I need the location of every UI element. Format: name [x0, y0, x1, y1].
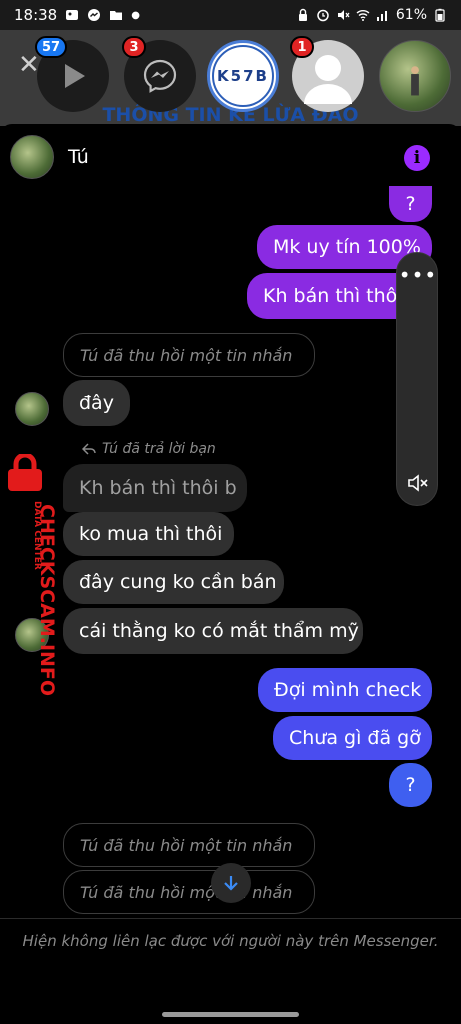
- reply-label: Tú đã trả lời bạn: [82, 441, 216, 457]
- message-received-komua[interactable]: ko mua thì thôi: [63, 512, 234, 556]
- messenger-notif-icon: [88, 9, 101, 21]
- info-icon: i: [413, 148, 421, 168]
- message-recalled: Tú đã thu hồi một tin nhắn: [63, 823, 315, 867]
- arrow-down-icon: [224, 876, 238, 891]
- messenger-icon: [143, 59, 177, 93]
- battery-icon: [435, 8, 445, 22]
- message-recalled: Tú đã thu hồi một tin nhắn: [63, 870, 315, 914]
- wifi-icon: [356, 10, 370, 21]
- folder-icon: [110, 11, 123, 20]
- gallery-icon: [66, 10, 79, 20]
- chat-head-video[interactable]: 57: [35, 36, 109, 112]
- dot-icon: ●: [131, 9, 140, 21]
- lock-status-icon: [298, 8, 307, 21]
- chat-head-blank[interactable]: 1: [290, 36, 364, 112]
- volume-mute-icon[interactable]: [406, 471, 430, 495]
- badge-count: 3: [122, 36, 146, 58]
- message-recalled: Tú đã thu hồi một tin nhắn: [63, 333, 315, 377]
- lock-icon: [8, 454, 42, 491]
- badge-count: 1: [290, 36, 314, 58]
- badge-count: 57: [35, 36, 68, 58]
- message-sent-chuagi[interactable]: Chưa gì đã gỡ: [273, 716, 432, 760]
- message-sent-doi[interactable]: Đợi mình check: [258, 668, 432, 712]
- reply-preview[interactable]: Kh bán thì thôi b: [63, 464, 247, 512]
- message-received-daycung[interactable]: đây cung ko cần bán: [63, 560, 284, 604]
- person-photo-icon: [411, 66, 419, 96]
- contact-avatar-small[interactable]: [15, 392, 49, 426]
- message-sent-question[interactable]: ?: [389, 763, 432, 807]
- alarm-icon: [317, 9, 329, 22]
- contact-name[interactable]: Tú: [68, 146, 89, 168]
- watermark-title: CHECKSCAM.INFO: [36, 504, 58, 697]
- chat-header: Tú i: [0, 124, 461, 190]
- home-indicator[interactable]: [162, 1012, 299, 1017]
- chat-head-k57b[interactable]: K57B: [207, 40, 279, 112]
- message-sent-question[interactable]: ?: [389, 186, 432, 222]
- chat-head-tu[interactable]: [379, 40, 451, 112]
- message-received-day[interactable]: đây: [63, 380, 130, 426]
- floating-video-widget[interactable]: •••: [396, 252, 438, 506]
- footer-divider: [0, 918, 461, 919]
- status-bar: 18:38 ● 61%: [0, 0, 461, 30]
- info-button[interactable]: i: [404, 145, 430, 171]
- signal-icon: [376, 11, 387, 21]
- watermark: DATA CENTER CHECKSCAM.INFO: [0, 450, 60, 697]
- message-received-caithang[interactable]: cái thằng ko có mắt thẩm mỹ: [63, 608, 363, 654]
- unavailable-notice: Hiện không liên lạc được với người này t…: [22, 932, 439, 950]
- reply-arrow-icon: [82, 443, 96, 455]
- clock: 18:38: [14, 6, 58, 24]
- contact-avatar[interactable]: [10, 135, 54, 179]
- k57b-logo: K57B: [212, 45, 274, 107]
- battery-percent: 61%: [395, 7, 427, 23]
- scroll-to-bottom-button[interactable]: [211, 863, 251, 903]
- chat-head-messenger[interactable]: 3: [122, 36, 196, 112]
- mute-status-icon: [337, 10, 350, 20]
- more-icon[interactable]: •••: [397, 263, 439, 287]
- play-icon: [65, 64, 85, 88]
